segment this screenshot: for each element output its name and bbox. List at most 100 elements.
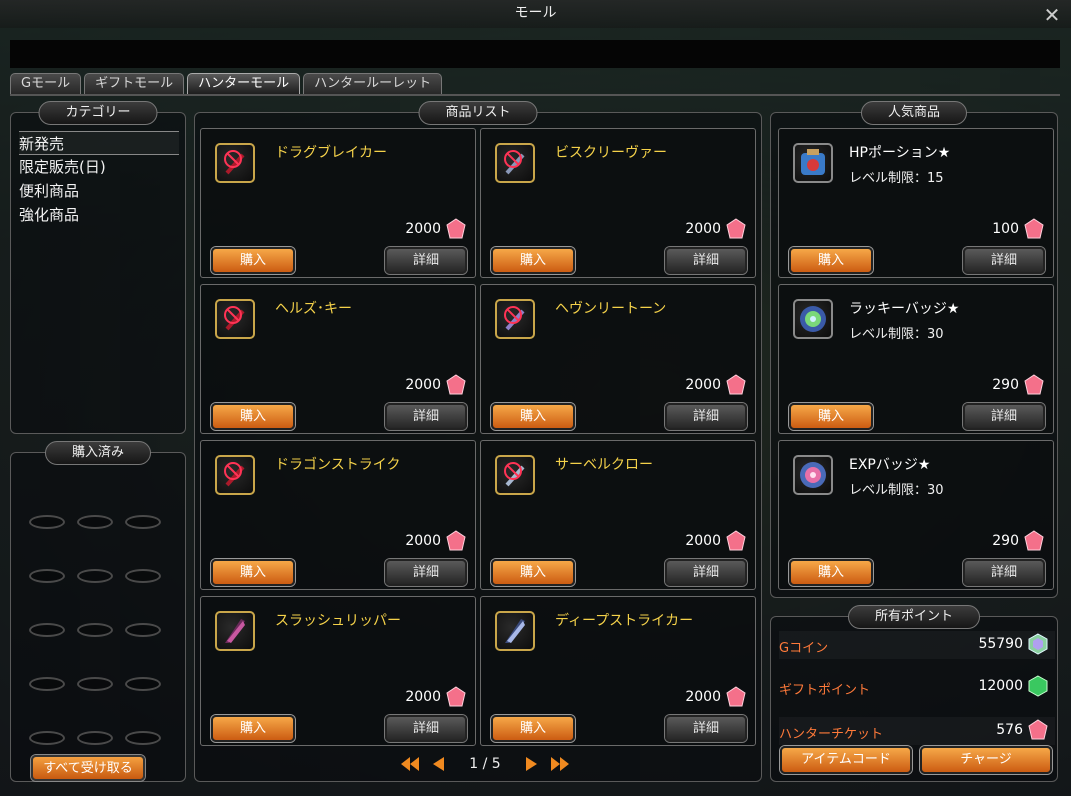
purchased-slot[interactable] (125, 623, 161, 637)
purchased-slot[interactable] (125, 515, 161, 529)
points-label: Gコイン (779, 641, 829, 656)
popular-name: EXPバッジ★ (849, 457, 931, 473)
forbidden-weapon-icon (495, 299, 535, 339)
detail-button[interactable]: 詳細 (665, 715, 747, 742)
buy-button[interactable]: 購入 (211, 715, 295, 742)
tab-hunter-mall[interactable]: ハンターモール (187, 73, 301, 95)
product-price: 2000 (685, 689, 721, 705)
buy-button[interactable]: 購入 (211, 247, 295, 274)
detail-button[interactable]: 詳細 (385, 403, 467, 430)
page-indicator: 1 / 5 (469, 756, 501, 772)
purchased-slot[interactable] (125, 677, 161, 691)
purchased-slot[interactable] (29, 623, 65, 637)
purchased-slot[interactable] (77, 623, 113, 637)
receive-all-button[interactable]: すべて受け取る (31, 755, 145, 781)
tab-hunter-roulette[interactable]: ハンタールーレット (303, 73, 443, 95)
buy-button[interactable]: 購入 (491, 715, 575, 742)
popular-level-limit: レベル制限：30 (849, 327, 944, 342)
detail-button[interactable]: 詳細 (665, 247, 747, 274)
pink-gem-icon (726, 686, 746, 707)
detail-button[interactable]: 詳細 (665, 403, 747, 430)
product-price: 2000 (685, 533, 721, 549)
first-page-icon[interactable] (399, 754, 421, 774)
purchased-title: 購入済み (44, 441, 152, 465)
prev-page-icon[interactable] (427, 754, 449, 774)
category-panel: カテゴリー 新発売 限定販売(日) 便利商品 強化商品 (10, 101, 186, 434)
detail-button[interactable]: 詳細 (963, 559, 1045, 586)
tab-g-mall[interactable]: Gモール (10, 73, 82, 95)
purchased-slot[interactable] (77, 569, 113, 583)
purchased-slot[interactable] (77, 515, 113, 529)
detail-button[interactable]: 詳細 (385, 559, 467, 586)
product-card: ドラグブレイカー 2000 購入 詳細 (200, 128, 476, 278)
buy-button[interactable]: 購入 (211, 403, 295, 430)
forbidden-weapon-icon (495, 455, 535, 495)
product-name: ビスクリーヴァー (555, 145, 667, 161)
next-page-icon[interactable] (521, 754, 543, 774)
popular-name: ラッキーバッジ★ (849, 301, 960, 317)
purchased-slot[interactable] (125, 569, 161, 583)
buy-button[interactable]: 購入 (789, 247, 873, 274)
product-card: スラッシュリッパー 2000 購入 詳細 (200, 596, 476, 746)
close-icon[interactable]: ✕ (1041, 5, 1063, 27)
category-item-enhance[interactable]: 強化商品 (19, 203, 179, 227)
detail-button[interactable]: 詳細 (385, 247, 467, 274)
forbidden-weapon-icon (215, 143, 255, 183)
product-card: ドラゴンストライク 2000 購入 詳細 (200, 440, 476, 590)
purchased-slot[interactable] (29, 731, 65, 745)
category-item-new[interactable]: 新発売 (19, 131, 179, 155)
purchased-slot[interactable] (125, 731, 161, 745)
product-name: サーベルクロー (555, 457, 653, 473)
product-price: 2000 (405, 377, 441, 393)
product-card: サーベルクロー 2000 購入 詳細 (480, 440, 756, 590)
product-name: ドラゴンストライク (275, 457, 401, 473)
product-price: 2000 (405, 533, 441, 549)
tab-gift-mall[interactable]: ギフトモール (84, 73, 185, 95)
buy-button[interactable]: 購入 (491, 559, 575, 586)
product-card: ディープストライカー 2000 購入 詳細 (480, 596, 756, 746)
pink-gem-icon (1024, 218, 1044, 239)
forbidden-weapon-icon (495, 143, 535, 183)
product-price: 2000 (685, 377, 721, 393)
buy-button[interactable]: 購入 (491, 403, 575, 430)
detail-button[interactable]: 詳細 (385, 715, 467, 742)
pink-gem-icon (1024, 374, 1044, 395)
popular-card: HPポーション★ レベル制限：15 100 購入 詳細 (778, 128, 1054, 278)
purchased-slot[interactable] (29, 677, 65, 691)
buy-button[interactable]: 購入 (789, 403, 873, 430)
pink-gem-icon (446, 686, 466, 707)
purchased-slot[interactable] (77, 677, 113, 691)
popular-level-limit: レベル制限：15 (849, 171, 944, 186)
category-item-convenience[interactable]: 便利商品 (19, 179, 179, 203)
last-page-icon[interactable] (549, 754, 571, 774)
mall-tabs: Gモール ギフトモール ハンターモール ハンタールーレット (10, 73, 443, 95)
buy-button[interactable]: 購入 (491, 247, 575, 274)
hp-potion-icon (793, 143, 833, 183)
product-card: ヘルズ･キー 2000 購入 詳細 (200, 284, 476, 434)
product-card: ビスクリーヴァー 2000 購入 詳細 (480, 128, 756, 278)
category-list: 新発売 限定販売(日) 便利商品 強化商品 (19, 131, 179, 227)
points-label: ハンターチケット (779, 727, 884, 742)
points-value: 55790 (978, 636, 1023, 652)
points-value: 12000 (978, 678, 1023, 694)
product-name: スラッシュリッパー (275, 613, 401, 629)
buy-button[interactable]: 購入 (789, 559, 873, 586)
lucky-badge-icon (793, 299, 833, 339)
purchased-slot[interactable] (77, 731, 113, 745)
purchased-slot[interactable] (29, 515, 65, 529)
buy-button[interactable]: 購入 (211, 559, 295, 586)
popular-price: 100 (992, 221, 1019, 237)
points-row-hunter-ticket: ハンターチケット 576 (779, 717, 1055, 745)
points-title: 所有ポイント (847, 605, 981, 629)
mall-window: モール ✕ Gモール ギフトモール ハンターモール ハンタールーレット カテゴリ… (0, 0, 1071, 796)
purchased-slot[interactable] (29, 569, 65, 583)
category-item-limited[interactable]: 限定販売(日) (19, 155, 179, 179)
pink-gem-icon (726, 218, 746, 239)
item-code-button[interactable]: アイテムコード (780, 746, 912, 774)
detail-button[interactable]: 詳細 (963, 247, 1045, 274)
detail-button[interactable]: 詳細 (665, 559, 747, 586)
product-name: ヘルズ･キー (275, 301, 352, 317)
detail-button[interactable]: 詳細 (963, 403, 1045, 430)
charge-button[interactable]: チャージ (920, 746, 1052, 774)
popular-card: ラッキーバッジ★ レベル制限：30 290 購入 詳細 (778, 284, 1054, 434)
